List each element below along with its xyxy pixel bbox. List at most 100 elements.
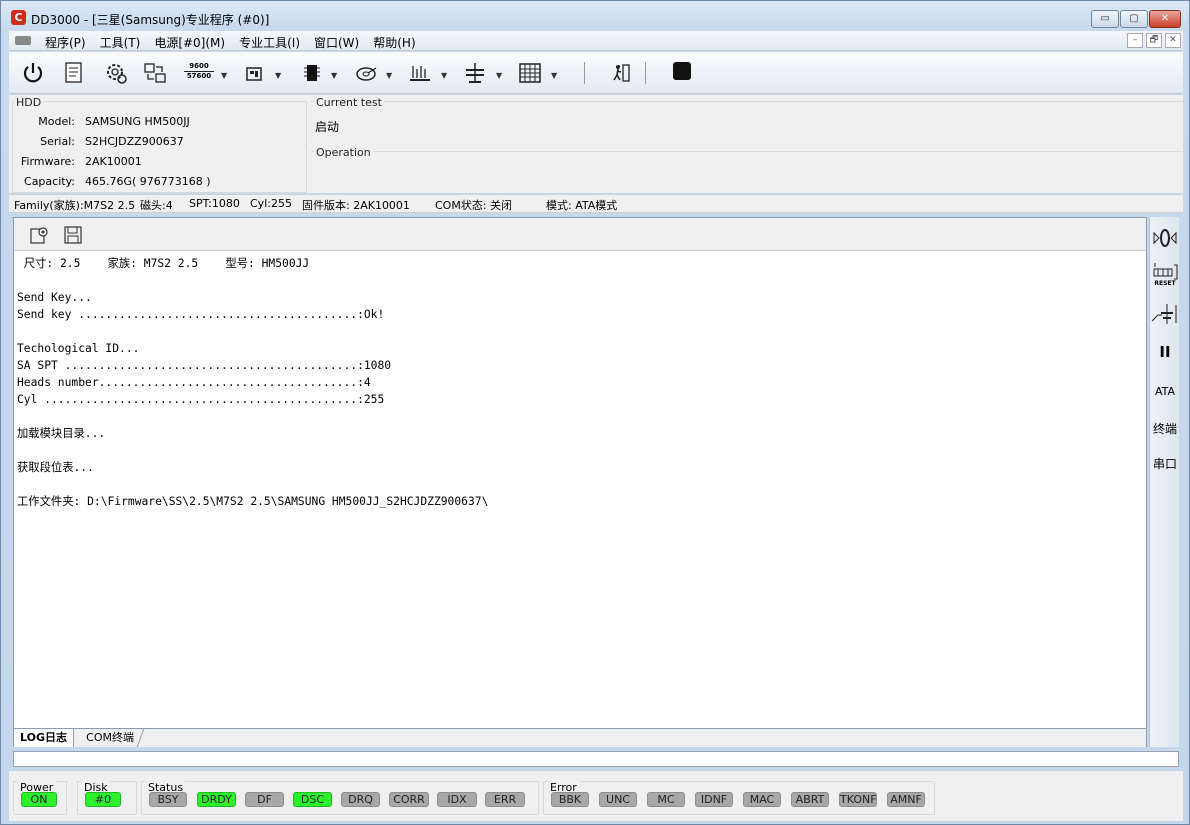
- current-test-value: 启动: [315, 120, 340, 134]
- title-bar[interactable]: C DD3000 - [三星(Samsung)专业程序 (#0)] ▭ ▢ ✕: [1, 1, 1189, 31]
- menu-help[interactable]: 帮助(H): [366, 34, 422, 51]
- stop-icon[interactable]: [669, 60, 695, 86]
- power-icon[interactable]: [20, 60, 46, 86]
- connector-icon[interactable]: [1150, 301, 1180, 327]
- menu-program[interactable]: 程序(P): [38, 34, 93, 51]
- hdd-firmware-label: Firmware:: [20, 155, 75, 168]
- status-led-corr: CORR: [389, 792, 429, 807]
- tab-com-terminal[interactable]: COM终端: [76, 729, 145, 747]
- family-info-bar: Family(家族):M7S2 2.5 磁头:4 SPT:1080 Cyl:25…: [9, 194, 1183, 213]
- error-led-abrt: ABRT: [791, 792, 829, 807]
- hdd-capacity-row: Capacity: 465.76G( 976773168 ): [9, 175, 299, 191]
- log-line: Techological ID...: [17, 342, 140, 355]
- sector-icon[interactable]: [407, 60, 433, 86]
- error-led-mc: MC: [647, 792, 685, 807]
- baud-dropdown-arrow-icon[interactable]: ▼: [221, 71, 227, 80]
- terminal-button[interactable]: 终端: [1150, 420, 1180, 437]
- maximize-button[interactable]: ▢: [1120, 10, 1148, 28]
- log-line: 尺寸: 2.5 家族: M7S2 2.5 型号: HM500JJ: [17, 257, 310, 270]
- power-led: ON: [21, 792, 57, 807]
- exit-icon[interactable]: [609, 60, 635, 86]
- grid-dropdown-arrow-icon[interactable]: ▼: [551, 71, 557, 80]
- log-line: Cyl ....................................…: [17, 393, 385, 406]
- chip-dropdown-arrow-icon[interactable]: ▼: [331, 71, 337, 80]
- family-value: Family(家族):M7S2 2.5: [14, 199, 136, 212]
- log-line: 获取段位表...: [17, 461, 94, 474]
- log-line: Send Key...: [17, 291, 92, 304]
- status-led-err: ERR: [485, 792, 525, 807]
- minimize-button[interactable]: ▭: [1091, 10, 1119, 28]
- error-led-amnf: AMNF: [887, 792, 925, 807]
- chip-icon[interactable]: [299, 60, 325, 86]
- com-status-value: COM状态: 关闭: [435, 199, 513, 212]
- status-led-bsy: BSY: [149, 792, 187, 807]
- ata-mode-button[interactable]: ATA: [1150, 385, 1180, 398]
- hdd-group-label: HDD: [14, 96, 44, 109]
- script-icon[interactable]: [61, 60, 87, 86]
- log-save-icon[interactable]: [62, 224, 84, 246]
- mdi-close-button[interactable]: ✕: [1165, 33, 1181, 48]
- balance-dropdown-arrow-icon[interactable]: ▼: [496, 71, 502, 80]
- hdd-capacity-label: Capacity:: [24, 175, 75, 188]
- current-test-group: [311, 101, 1183, 145]
- log-line: 工作文件夹: D:\Firmware\SS\2.5\M7S2 2.5\SAMSU…: [17, 495, 489, 508]
- reset-label: RESET: [1154, 280, 1176, 287]
- hdd-firmware-value: 2AK10001: [85, 155, 142, 168]
- hdd-model-value: SAMSUNG HM500JJ: [85, 115, 190, 128]
- mode-value: 模式: ATA模式: [546, 199, 618, 212]
- disk-icon[interactable]: [354, 60, 380, 86]
- hdd-model-row: Model: SAMSUNG HM500JJ: [9, 115, 299, 131]
- balance-icon[interactable]: [462, 60, 488, 86]
- log-line: SA SPT .................................…: [17, 359, 392, 372]
- baud-rate-icon[interactable]: 9600 57600: [184, 60, 214, 86]
- spt-value: SPT:1080: [189, 197, 240, 210]
- menu-pro-tools[interactable]: 专业工具(I): [232, 34, 307, 51]
- drive-dropdown-arrow-icon[interactable]: ▼: [275, 71, 281, 80]
- tab-log[interactable]: LOG日志: [14, 729, 74, 747]
- error-led-tkonf: TKONF: [839, 792, 877, 807]
- status-led-df: DF: [245, 792, 284, 807]
- drive-tools-icon[interactable]: [243, 60, 269, 86]
- log-output[interactable]: 尺寸: 2.5 家族: M7S2 2.5 型号: HM500JJ Send Ke…: [14, 251, 1146, 728]
- disk-dropdown-arrow-icon[interactable]: ▼: [386, 71, 392, 80]
- hdd-serial-row: Serial: S2HCJDZZ900637: [9, 135, 299, 151]
- heads-value: 磁头:4: [140, 199, 173, 212]
- serial-port-button[interactable]: 串口: [1150, 455, 1180, 472]
- status-led-drq: DRQ: [341, 792, 380, 807]
- toolbar-separator: [584, 62, 585, 84]
- close-button[interactable]: ✕: [1149, 10, 1181, 28]
- status-led-idx: IDX: [437, 792, 477, 807]
- window-title: DD3000 - [三星(Samsung)专业程序 (#0)]: [31, 13, 270, 27]
- settings-gear-icon[interactable]: [103, 60, 129, 86]
- log-tab-strip: LOG日志 COM终端: [14, 728, 1146, 747]
- status-led-drdy: DRDY: [197, 792, 236, 807]
- sector-dropdown-arrow-icon[interactable]: ▼: [441, 71, 447, 80]
- operation-group: [311, 151, 1183, 193]
- log-line: Send key ...............................…: [17, 308, 385, 321]
- toolbar-separator: [645, 62, 646, 84]
- log-panel: 尺寸: 2.5 家族: M7S2 2.5 型号: HM500JJ Send Ke…: [13, 217, 1147, 747]
- pause-icon[interactable]: II: [1150, 343, 1180, 361]
- power-cycle-icon[interactable]: [1150, 227, 1180, 249]
- log-settings-icon[interactable]: [28, 224, 50, 246]
- log-line: 加载模块目录...: [17, 427, 106, 440]
- document-menu-icon[interactable]: [15, 36, 31, 45]
- grid-icon[interactable]: [517, 60, 543, 86]
- tab-com-terminal-label: COM终端: [86, 731, 135, 744]
- hdd-serial-value: S2HCJDZZ900637: [85, 135, 184, 148]
- baud-rate-top: 9600: [184, 62, 214, 72]
- menu-window[interactable]: 窗口(W): [307, 34, 366, 51]
- error-led-bbk: BBK: [551, 792, 589, 807]
- transfer-icon[interactable]: [142, 60, 168, 86]
- mdi-minimize-button[interactable]: –: [1127, 33, 1143, 48]
- menu-power[interactable]: 电源[#0](M): [147, 34, 232, 51]
- operation-label: Operation: [314, 146, 373, 159]
- mdi-restore-button[interactable]: 🗗: [1146, 33, 1162, 48]
- hdd-firmware-row: Firmware: 2AK10001: [9, 155, 299, 171]
- status-footer: Power ON Disk #0 Status BSY DRDY DF DSC …: [9, 771, 1183, 821]
- log-toolbar: [14, 218, 1146, 251]
- menu-tools[interactable]: 工具(T): [93, 34, 148, 51]
- status-led-dsc: DSC: [293, 792, 332, 807]
